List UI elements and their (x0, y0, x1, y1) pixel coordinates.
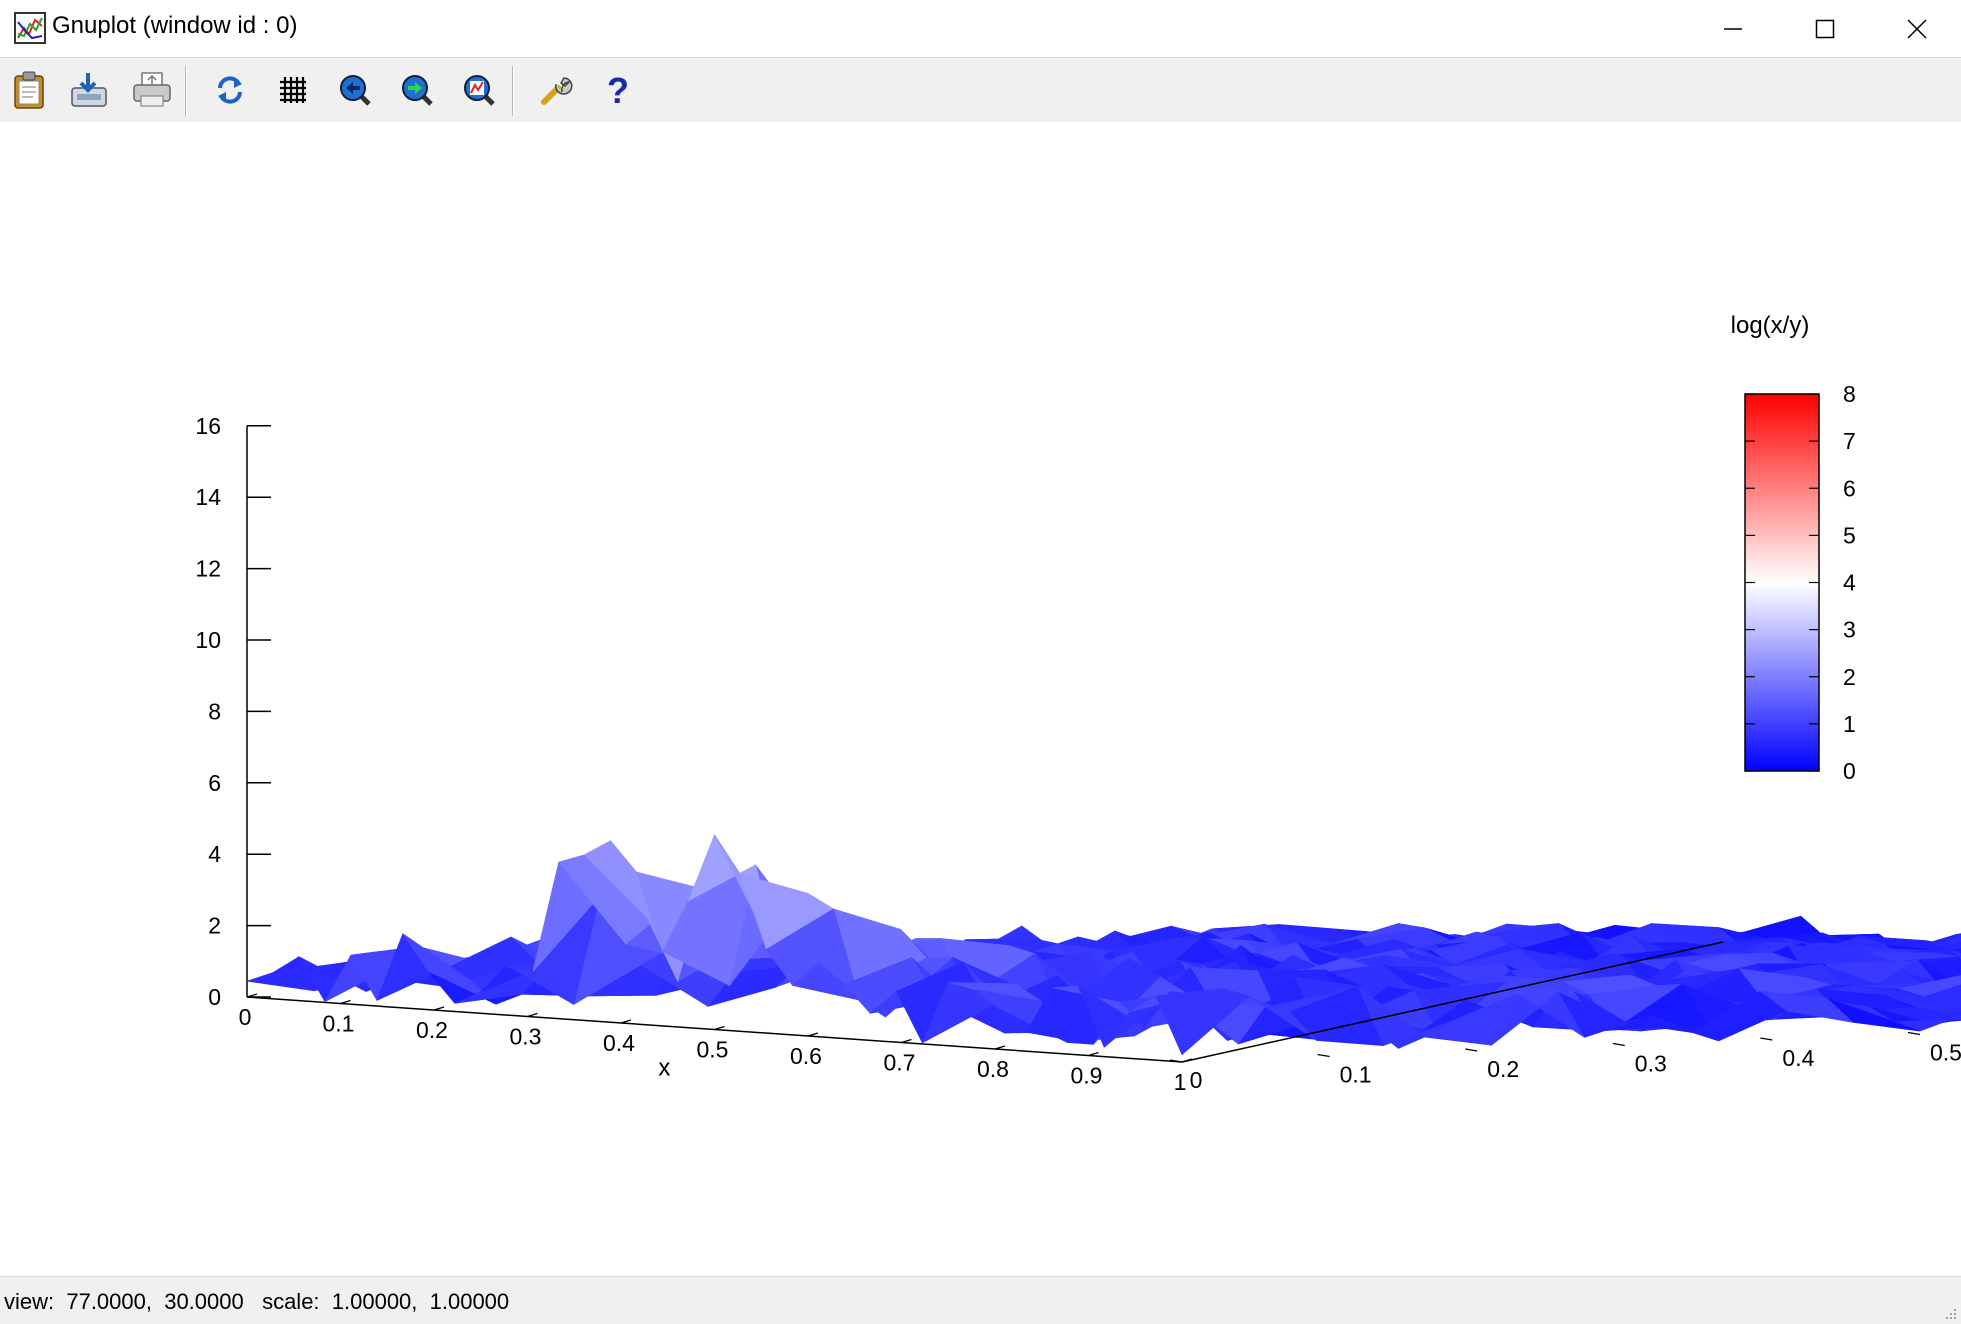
z-tick-label: 14 (195, 484, 221, 510)
x-tick-label: 0.2 (416, 1017, 448, 1043)
x-tick-mark (902, 1040, 912, 1043)
x-axis-label: x (658, 1055, 670, 1082)
window-title: Gnuplot (window id : 0) (52, 12, 297, 40)
colorbar-box (1745, 394, 1819, 771)
y-tick-mark (1760, 1038, 1772, 1040)
x-tick-mark (1089, 1053, 1099, 1056)
minimize-button[interactable] (1687, 0, 1779, 57)
clipboard-icon (9, 70, 49, 110)
replot-button[interactable] (208, 68, 252, 112)
x-tick-label: 0.3 (510, 1024, 542, 1050)
zoom-previous-button[interactable] (333, 68, 377, 112)
help-button[interactable]: ? (596, 68, 640, 112)
window-titlebar: Gnuplot (window id : 0) (0, 0, 1961, 58)
x-tick-mark (528, 1014, 538, 1017)
grid-button[interactable] (271, 68, 315, 112)
colorbar-tick-label: 2 (1843, 664, 1856, 690)
close-button[interactable] (1871, 0, 1961, 57)
x-tick-label: 1 (1174, 1069, 1187, 1095)
help-icon: ? (602, 72, 634, 108)
x-tick-label: 0.4 (603, 1030, 635, 1056)
y-tick-label: 0.5 (1930, 1040, 1961, 1066)
x-tick-label: 0.1 (323, 1011, 355, 1037)
unzoom-icon (461, 72, 497, 108)
z-tick-label: 10 (195, 627, 221, 653)
z-tick-label: 8 (208, 698, 221, 724)
colorbar-tick-label: 1 (1843, 711, 1856, 737)
z-tick-label: 4 (208, 841, 221, 867)
y-tick-label: 0.4 (1782, 1045, 1814, 1071)
x-tick-label: 0.5 (697, 1037, 729, 1063)
minimize-icon (1723, 19, 1743, 39)
x-tick-mark (995, 1046, 1005, 1049)
maximize-icon (1815, 19, 1835, 39)
printer-icon (131, 70, 173, 110)
z-tick-label: 12 (195, 556, 221, 582)
colorbar-tick-label: 3 (1843, 617, 1856, 643)
y-tick-mark (1908, 1033, 1920, 1035)
y-tick-label: 0.2 (1487, 1056, 1519, 1082)
x-tick-label: 0.6 (790, 1043, 822, 1069)
print-button[interactable] (130, 68, 174, 112)
x-tick-label: 0 (239, 1004, 252, 1030)
z-tick-label: 6 (208, 770, 221, 796)
toolbar-separator (185, 66, 187, 116)
export-button[interactable] (67, 68, 111, 112)
x-tick-label: 0.7 (884, 1050, 916, 1076)
z-tick-label: 16 (195, 413, 221, 439)
x-tick-mark (715, 1027, 725, 1030)
zoom-next-icon (399, 72, 435, 108)
z-tick-label: 2 (208, 913, 221, 939)
colorbar-tick-label: 5 (1843, 522, 1856, 548)
colorbar-tick-label: 7 (1843, 428, 1856, 454)
colorbar-title: log(x/y) (1731, 312, 1810, 339)
colorbar-tick-label: 4 (1843, 570, 1856, 596)
copy-clipboard-button[interactable] (7, 68, 51, 112)
toolbar: ? (0, 58, 1961, 122)
zoom-previous-icon (337, 72, 373, 108)
y-tick-label: 0.3 (1635, 1051, 1667, 1077)
resize-grip-icon[interactable] (1943, 1306, 1957, 1320)
x-tick-mark (341, 1001, 351, 1004)
x-tick-mark (621, 1020, 631, 1023)
toolbar-separator (512, 66, 514, 116)
grid-icon (277, 74, 309, 106)
close-icon (1906, 18, 1928, 40)
plot-area[interactable]: 024681012141600.10.20.30.40.50.60.70.80.… (0, 122, 1961, 1276)
unzoom-button[interactable] (457, 68, 501, 112)
y-tick-mark (1318, 1055, 1330, 1057)
maximize-button[interactable] (1779, 0, 1871, 57)
status-text: view: 77.0000, 30.0000 scale: 1.00000, 1… (4, 1289, 509, 1315)
y-tick-label: 0 (1190, 1067, 1203, 1093)
x-tick-mark (808, 1033, 818, 1036)
options-button[interactable] (534, 68, 578, 112)
status-bar: view: 77.0000, 30.0000 scale: 1.00000, 1… (0, 1276, 1961, 1324)
x-tick-mark (434, 1007, 444, 1010)
refresh-icon (212, 72, 248, 108)
colorbar-tick-label: 6 (1843, 475, 1856, 501)
y-tick-label: 0.1 (1340, 1062, 1372, 1088)
colorbar-tick-label: 8 (1843, 381, 1856, 407)
save-export-icon (68, 70, 110, 110)
wrench-icon (538, 72, 574, 108)
colorbar-tick-label: 0 (1843, 758, 1856, 784)
x-tick-label: 0.9 (1071, 1063, 1103, 1089)
x-tick-label: 0.8 (977, 1056, 1009, 1082)
y-tick-mark (1613, 1044, 1625, 1046)
zoom-next-button[interactable] (395, 68, 439, 112)
svg-text:?: ? (607, 72, 629, 108)
surface-chart: 024681012141600.10.20.30.40.50.60.70.80.… (0, 122, 1961, 1276)
y-tick-mark (1465, 1049, 1477, 1051)
z-tick-label: 0 (208, 984, 221, 1010)
gnuplot-app-icon (14, 12, 46, 44)
